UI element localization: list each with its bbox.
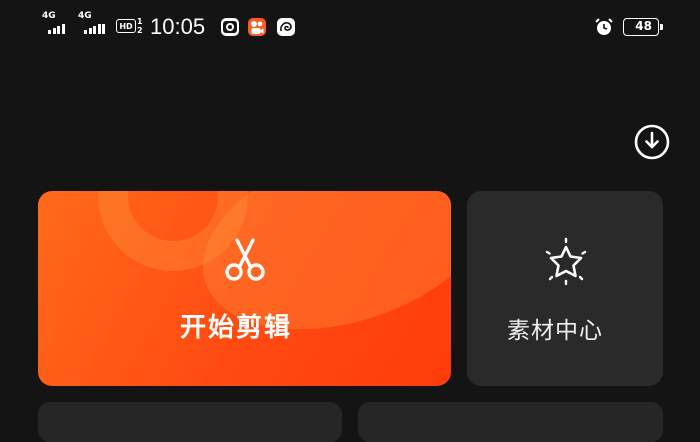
bottom-card-left[interactable] (38, 402, 342, 442)
material-center-card[interactable]: 素材中心 (467, 191, 663, 386)
kuaishou-app-icon (248, 18, 266, 36)
battery-indicator: 48 (623, 18, 663, 36)
scissors-icon (225, 238, 265, 281)
hd-voice-icon: HD (116, 19, 136, 33)
network-type-label: 4G (42, 11, 56, 21)
signal-bars-icon (84, 24, 105, 34)
sparkle-star-icon (545, 237, 587, 286)
material-center-label: 素材中心 (507, 318, 603, 344)
signal-4g-2: 4G (78, 11, 105, 34)
notification-app-icon (221, 18, 239, 36)
signal-4g-1: 4G (42, 11, 65, 34)
start-edit-label: 开始剪辑 (180, 313, 293, 343)
status-bar: 4G 4G HD 1 2 10:05 48 (0, 0, 700, 58)
network-type-label: 4G (78, 11, 92, 21)
clock-time: 10:05 (150, 14, 206, 39)
alarm-clock-icon (595, 18, 613, 35)
download-icon[interactable] (634, 124, 670, 160)
bottom-card-right[interactable] (358, 402, 663, 442)
hd-sim-index: 1 2 (137, 17, 143, 35)
uc-browser-app-icon (277, 18, 295, 36)
start-edit-card[interactable]: 开始剪辑 (38, 191, 451, 386)
signal-bars-icon (48, 24, 65, 34)
